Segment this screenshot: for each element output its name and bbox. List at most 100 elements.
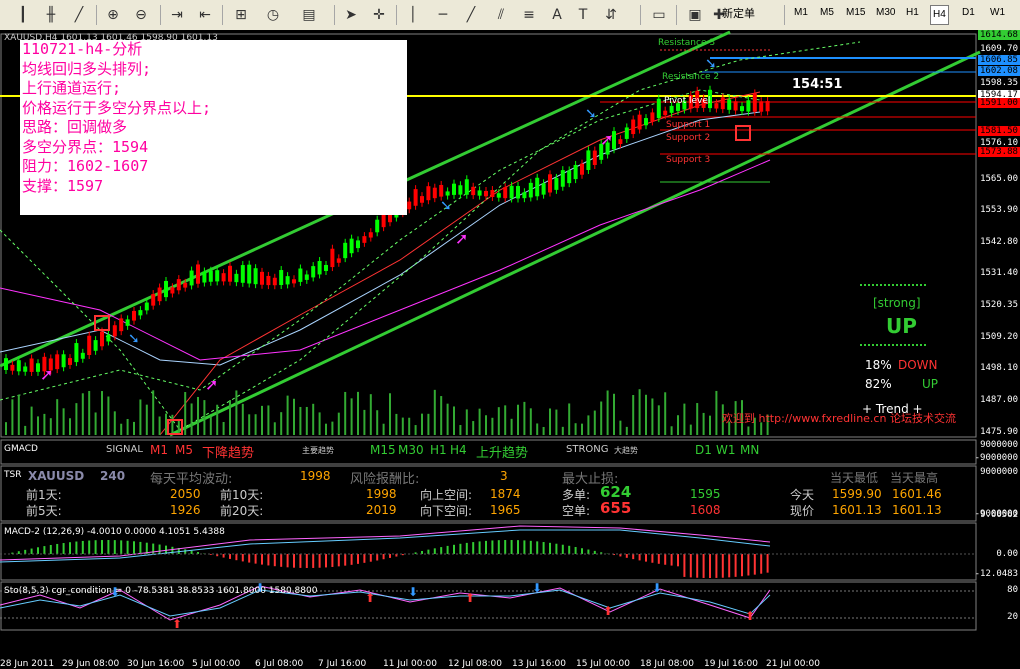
tsr-label: TSR	[4, 470, 21, 480]
candle	[113, 325, 117, 336]
volume-bar	[472, 421, 474, 435]
volume-bar	[197, 397, 199, 435]
volume-bar	[549, 408, 551, 435]
macd-bar	[351, 554, 353, 565]
tsr-now-high: 1601.13	[892, 503, 942, 517]
line-chart-icon[interactable]: ╱	[68, 4, 90, 26]
indicators-icon[interactable]: ⊞	[230, 4, 252, 26]
price-axis-label: 1602.08	[978, 66, 1020, 76]
volume-bar	[223, 422, 225, 435]
tf-h4[interactable]: H4	[930, 5, 949, 25]
tf-d1[interactable]: D1	[962, 7, 975, 18]
candle	[247, 265, 251, 284]
macd-bar	[370, 554, 372, 562]
toolbar: ┃ ╫ ╱ ⊕ ⊖ ⇥ ⇤ ⊞ ◷ ▤ ➤ ✛ │ ─ ╱ ⫽ ≡ A T ⇵ …	[0, 0, 1020, 31]
tsr-prev20-label: 前20天:	[220, 502, 263, 519]
gmacd-label: GMACD	[4, 444, 38, 454]
candle	[62, 354, 66, 367]
window-icon[interactable]: ▭	[648, 4, 670, 26]
volume-bar	[69, 418, 71, 435]
time-axis-label: 13 Jul 16:00	[512, 659, 566, 669]
tf-h1[interactable]: H1	[906, 7, 919, 18]
candle	[324, 265, 328, 271]
label-icon[interactable]: T	[572, 4, 594, 26]
macd-bar	[581, 548, 583, 554]
volume-bar	[632, 395, 634, 435]
zoom-in-icon[interactable]: ⊕	[102, 4, 124, 26]
fibonacci-icon[interactable]: ≡	[518, 4, 540, 26]
candle	[721, 97, 725, 109]
time-axis-label: 30 Jun 16:00	[127, 659, 184, 669]
price-axis-label: 1581.50	[978, 126, 1020, 136]
macd-bar	[63, 543, 65, 554]
cursor-icon[interactable]: ➤	[340, 4, 362, 26]
new-order-button[interactable]: 新定单	[722, 4, 755, 24]
volume-bar	[683, 404, 685, 435]
candlestick-icon[interactable]: ╫	[40, 4, 62, 26]
chart-window[interactable]: ➚ ➚ ➚ ➚ ➘ ➘ ➘ ➘ ⬇ ⬇ ⬇ ⬇ ⬇ ⬆ ⬆ ⬆ ⬆ ⬆ XAUU…	[0, 30, 1020, 650]
tsr-prev1-label: 前1天:	[26, 486, 62, 503]
time-axis-label: 15 Jul 00:00	[576, 659, 630, 669]
folder-icon[interactable]: ▣	[684, 4, 706, 26]
candle	[433, 188, 437, 198]
volume-bar	[287, 396, 289, 435]
macd-bar	[530, 541, 532, 554]
autoscroll-icon[interactable]: ⇥	[166, 4, 188, 26]
volume-bar	[351, 398, 353, 435]
chart-shift-icon[interactable]: ⇤	[194, 4, 216, 26]
macd-bar	[479, 541, 481, 554]
tsr-symbol: XAUUSD	[28, 469, 84, 483]
volume-bar	[261, 406, 263, 435]
volume-bar	[319, 412, 321, 435]
macd-bar	[594, 551, 596, 554]
candle	[286, 276, 290, 284]
templates-icon[interactable]: ▤	[298, 4, 320, 26]
volume-bar	[152, 390, 154, 435]
volume-bar	[466, 409, 468, 435]
candle	[17, 360, 21, 371]
note-line: 110721-h4-分析	[22, 40, 407, 60]
macd-bar	[459, 544, 461, 554]
up-pct: 82%	[865, 377, 892, 391]
tf-w1[interactable]: W1	[990, 7, 1005, 18]
channel-icon[interactable]: ⫽	[490, 4, 512, 26]
macd-bar	[50, 545, 52, 554]
volume-bar	[562, 427, 564, 435]
tf-m15[interactable]: M15	[846, 7, 865, 18]
macd-bar	[517, 540, 519, 554]
horizontal-line-icon[interactable]: ─	[432, 4, 454, 26]
volume-bar	[421, 414, 423, 435]
macd-bar	[107, 540, 109, 554]
crosshair-icon[interactable]: ✛	[368, 4, 390, 26]
pivot-label: Pivot level	[664, 96, 710, 106]
trendline-icon[interactable]: ╱	[460, 4, 482, 26]
bar-chart-icon[interactable]: ┃	[12, 4, 34, 26]
text-icon[interactable]: A	[546, 4, 568, 26]
volume-bar	[306, 407, 308, 435]
periods-icon[interactable]: ◷	[262, 4, 284, 26]
candle	[68, 358, 72, 365]
tf-m1[interactable]: M1	[794, 7, 808, 18]
candle	[561, 170, 565, 187]
volume-bar	[280, 412, 282, 435]
candle	[228, 266, 232, 282]
candle	[190, 271, 194, 286]
volume-bar	[517, 405, 519, 435]
volume-bar	[216, 405, 218, 435]
time-axis-label: 21 Jul 00:00	[766, 659, 820, 669]
tf-m5[interactable]: M5	[820, 7, 834, 18]
macd-bar	[645, 554, 647, 562]
tf-m30[interactable]: M30	[876, 7, 895, 18]
macd-bar	[267, 554, 269, 565]
zoom-out-icon[interactable]: ⊖	[130, 4, 152, 26]
trend-label: + Trend +	[862, 402, 923, 416]
candle	[266, 276, 270, 285]
candle	[529, 183, 533, 198]
candle	[478, 190, 482, 195]
volume-bar	[18, 395, 20, 435]
macd-bar	[543, 542, 545, 554]
macd-bar	[511, 540, 513, 554]
volume-bar	[114, 411, 116, 435]
vertical-line-icon[interactable]: │	[402, 4, 424, 26]
arrows-icon[interactable]: ⇵	[600, 4, 622, 26]
